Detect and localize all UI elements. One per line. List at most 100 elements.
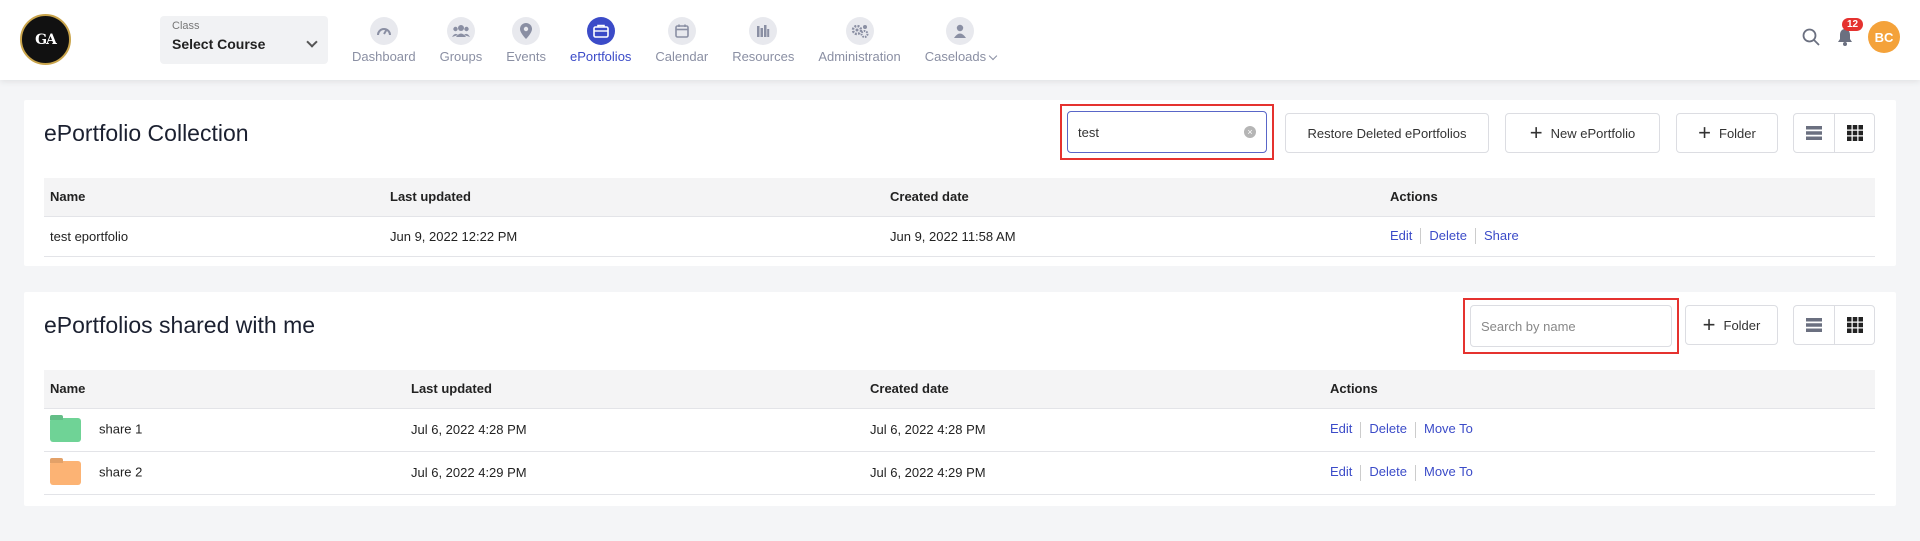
- nav-groups[interactable]: Groups: [428, 0, 495, 80]
- main-nav: Dashboard Groups Events ePortfolios Cale…: [340, 0, 1008, 80]
- shared-search-highlight: [1463, 298, 1679, 354]
- collection-search-field[interactable]: ×: [1067, 111, 1267, 153]
- column-header: Last updated: [405, 370, 864, 408]
- new-folder-button[interactable]: + Folder: [1676, 113, 1778, 153]
- shared-table: Name Last updated Created date Actions s…: [44, 370, 1875, 495]
- row-actions: Edit Delete Move To: [1324, 450, 1875, 495]
- collection-search-highlight: ×: [1060, 104, 1274, 160]
- move-to-link[interactable]: Move To: [1424, 421, 1473, 436]
- delete-link[interactable]: Delete: [1429, 228, 1467, 243]
- divider: [1414, 421, 1416, 438]
- clear-icon[interactable]: ×: [1244, 126, 1256, 138]
- folder-label: Folder: [1723, 317, 1761, 333]
- column-header: Actions: [1384, 178, 1875, 216]
- edit-link[interactable]: Edit: [1330, 421, 1352, 436]
- app-logo[interactable]: GA: [20, 14, 71, 65]
- table-row[interactable]: share 2 Jul 6, 2022 4:29 PM Jul 6, 2022 …: [44, 450, 1875, 495]
- plus-icon: +: [1698, 120, 1711, 145]
- list-view-button[interactable]: [1794, 306, 1834, 344]
- nav-label: ePortfolios: [570, 48, 632, 64]
- column-header: Created date: [864, 370, 1324, 408]
- column-header: Last updated: [384, 178, 884, 216]
- created-date: Jul 6, 2022 4:29 PM: [864, 450, 1324, 495]
- delete-link[interactable]: Delete: [1369, 421, 1407, 436]
- nav-dashboard[interactable]: Dashboard: [340, 0, 428, 80]
- view-toggle: [1793, 305, 1875, 345]
- folder-name: share 1: [99, 420, 143, 436]
- divider: [1360, 464, 1362, 481]
- search-icon: [1802, 28, 1820, 46]
- divider: [1474, 228, 1476, 245]
- created-date: Jun 9, 2022 11:58 AM: [884, 215, 1384, 257]
- folder-icon: [50, 460, 81, 485]
- divider: [1420, 228, 1422, 245]
- restore-deleted-button[interactable]: Restore Deleted ePortfolios: [1285, 113, 1489, 153]
- table-row[interactable]: test eportfolio Jun 9, 2022 12:22 PM Jun…: [44, 215, 1875, 257]
- search-button[interactable]: [1794, 20, 1828, 54]
- last-updated: Jul 6, 2022 4:29 PM: [405, 450, 864, 495]
- nav-label-text: Caseloads: [924, 48, 987, 64]
- folder-icon: [50, 417, 81, 442]
- chevron-down-icon: [988, 51, 998, 60]
- shared-search-field[interactable]: [1470, 305, 1672, 347]
- avatar[interactable]: BC: [1868, 21, 1900, 53]
- speedometer-icon: [369, 16, 398, 45]
- collection-search-input[interactable]: [1078, 124, 1244, 140]
- person-icon: [946, 16, 975, 45]
- grid-view-icon: [1846, 125, 1863, 141]
- table-row[interactable]: share 1 Jul 6, 2022 4:28 PM Jul 6, 2022 …: [44, 407, 1875, 451]
- gears-icon: [845, 16, 874, 45]
- folder-name-cell[interactable]: share 2: [44, 450, 405, 495]
- list-view-button[interactable]: [1794, 114, 1834, 152]
- nav-label: Resources: [732, 48, 795, 64]
- folder-label: Folder: [1719, 125, 1756, 141]
- divider: [1360, 421, 1362, 438]
- last-updated: Jul 6, 2022 4:28 PM: [405, 407, 864, 451]
- notification-count-badge: 12: [1842, 18, 1864, 31]
- class-select-dropdown[interactable]: Class Select Course: [160, 16, 328, 64]
- collection-table: Name Last updated Created date Actions t…: [44, 178, 1875, 257]
- delete-link[interactable]: Delete: [1369, 464, 1407, 479]
- nav-administration[interactable]: Administration: [806, 0, 912, 80]
- new-eportfolio-button[interactable]: + New ePortfolio: [1505, 113, 1660, 153]
- list-view-icon: [1806, 126, 1822, 140]
- notifications-button[interactable]: 12: [1828, 18, 1864, 54]
- top-navigation-bar: GA Class Select Course Dashboard Groups …: [0, 0, 1920, 80]
- logo-text: GA: [35, 31, 57, 48]
- restore-deleted-label: Restore Deleted ePortfolios: [1307, 125, 1467, 141]
- divider: [1414, 464, 1416, 481]
- nav-caseloads[interactable]: Caseloads: [913, 0, 1008, 80]
- nav-label: Calendar: [655, 48, 709, 64]
- nav-eportfolios[interactable]: ePortfolios: [558, 0, 643, 80]
- column-header: Name: [44, 178, 384, 216]
- eportfolio-name[interactable]: test eportfolio: [44, 215, 384, 257]
- edit-link[interactable]: Edit: [1390, 228, 1412, 243]
- last-updated: Jun 9, 2022 12:22 PM: [384, 215, 884, 257]
- row-actions: Edit Delete Share: [1384, 215, 1875, 257]
- folder-name-cell[interactable]: share 1: [44, 407, 405, 451]
- books-icon: [749, 16, 778, 45]
- move-to-link[interactable]: Move To: [1424, 464, 1473, 479]
- nav-events[interactable]: Events: [494, 0, 558, 80]
- view-toggle: [1793, 113, 1875, 153]
- calendar-icon: [667, 16, 696, 45]
- class-select-value: Select Course: [172, 36, 266, 52]
- nav-calendar[interactable]: Calendar: [643, 0, 720, 80]
- grid-view-button[interactable]: [1834, 306, 1874, 344]
- plus-icon: +: [1529, 120, 1543, 145]
- row-actions: Edit Delete Move To: [1324, 407, 1875, 451]
- shared-search-input[interactable]: [1481, 318, 1661, 334]
- edit-link[interactable]: Edit: [1330, 464, 1352, 479]
- new-folder-button[interactable]: + Folder: [1685, 305, 1778, 345]
- shared-eportfolios-card: ePortfolios shared with me + Folder Name…: [24, 292, 1896, 506]
- location-pin-icon: [512, 16, 541, 45]
- nav-label: Events: [506, 48, 546, 64]
- nav-resources[interactable]: Resources: [720, 0, 806, 80]
- users-icon: [446, 16, 475, 45]
- briefcase-icon: [586, 16, 615, 45]
- nav-label: Caseloads: [924, 48, 998, 64]
- plus-icon: +: [1702, 312, 1716, 337]
- grid-view-button[interactable]: [1834, 114, 1874, 152]
- header-actions: 12 BC: [1794, 18, 1900, 54]
- share-link[interactable]: Share: [1484, 228, 1519, 243]
